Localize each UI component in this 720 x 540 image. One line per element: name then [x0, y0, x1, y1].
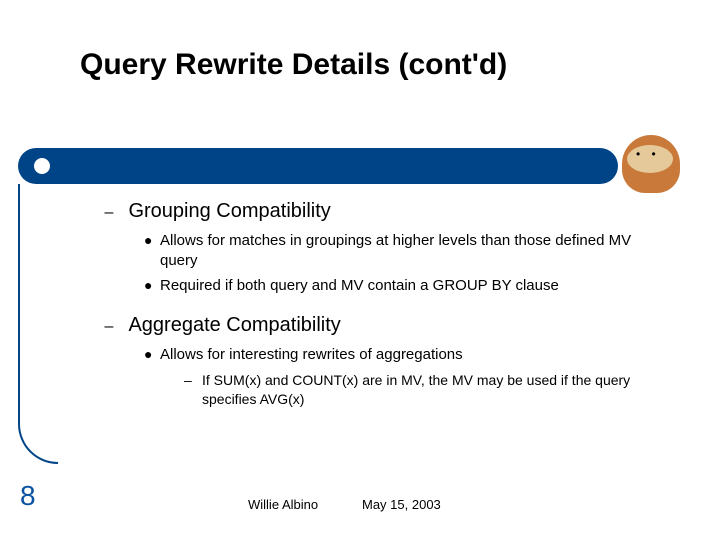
decorative-ribbon [18, 148, 618, 184]
bullet-icon: ● [144, 231, 160, 272]
cartoon-character-icon [622, 135, 680, 193]
section-heading-text: Aggregate Compatibility [128, 314, 340, 336]
bullet-list-grouping: ● Allows for matches in groupings at hig… [144, 231, 670, 296]
bullet-icon: ● [144, 276, 160, 296]
slide-title: Query Rewrite Details (cont'd) [80, 48, 507, 82]
bullet-list-aggregate: ● Allows for interesting rewrites of agg… [144, 345, 670, 409]
bullet-text: Required if both query and MV contain a … [160, 276, 670, 296]
section-heading-text: Grouping Compatibility [128, 200, 330, 222]
section-heading-aggregate: – Aggregate Compatibility [100, 314, 670, 337]
bullet-text: Allows for matches in groupings at highe… [160, 231, 670, 272]
list-item: ● Allows for matches in groupings at hig… [144, 231, 670, 272]
dash-icon: – [100, 204, 118, 222]
section-heading-grouping: – Grouping Compatibility [100, 200, 670, 223]
list-item: ● Allows for interesting rewrites of agg… [144, 345, 670, 365]
footer-date: May 15, 2003 [362, 497, 441, 512]
dash-icon: – [100, 318, 118, 336]
slide-number: 8 [20, 480, 36, 512]
sub-bullet-text: If SUM(x) and COUNT(x) are in MV, the MV… [202, 371, 670, 409]
slide-body: – Grouping Compatibility ● Allows for ma… [100, 200, 670, 427]
dash-icon: – [184, 371, 202, 409]
list-item: ● Required if both query and MV contain … [144, 276, 670, 296]
bullet-icon: ● [144, 345, 160, 365]
footer-author: Willie Albino [248, 497, 318, 512]
decorative-ribbon-tail [18, 184, 58, 464]
bullet-text: Allows for interesting rewrites of aggre… [160, 345, 670, 365]
sub-list-item: – If SUM(x) and COUNT(x) are in MV, the … [184, 371, 670, 409]
